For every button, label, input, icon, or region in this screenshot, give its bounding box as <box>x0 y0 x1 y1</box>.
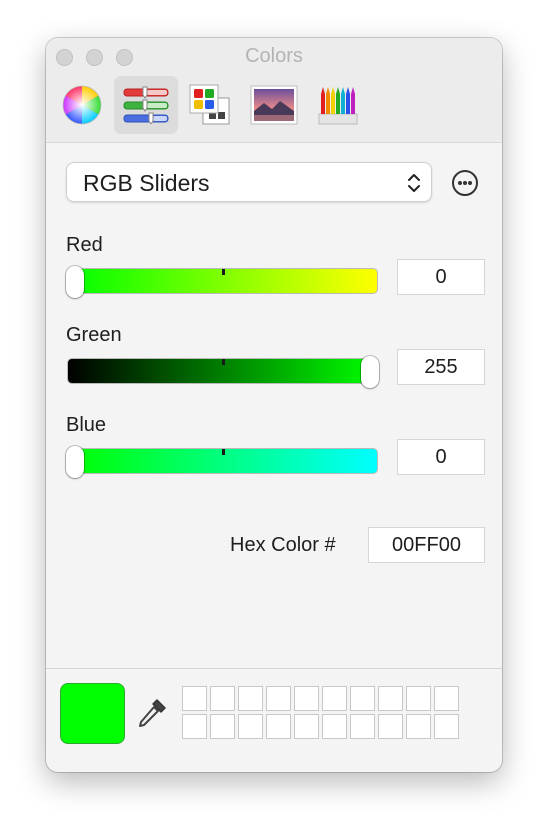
current-color-well[interactable] <box>60 683 125 744</box>
tab-color-palettes[interactable] <box>178 76 242 134</box>
swatch-cell[interactable] <box>406 686 431 711</box>
swatch-cell[interactable] <box>238 714 263 739</box>
swatch-cell[interactable] <box>182 686 207 711</box>
tab-pencils[interactable] <box>306 76 370 134</box>
green-slider[interactable] <box>67 356 379 388</box>
blue-value-field[interactable]: 0 <box>397 439 485 475</box>
swatch-cell[interactable] <box>406 714 431 739</box>
swatch-cell[interactable] <box>266 686 291 711</box>
sliders-icon <box>123 86 169 124</box>
image-icon <box>250 85 298 125</box>
swatch-cell[interactable] <box>434 714 459 739</box>
ellipsis-circle-icon[interactable] <box>452 170 478 196</box>
swatch-cell[interactable] <box>238 686 263 711</box>
swatch-cell[interactable] <box>434 686 459 711</box>
blue-slider-knob[interactable] <box>66 446 84 478</box>
tab-color-sliders[interactable] <box>114 76 178 134</box>
palettes-icon <box>189 84 230 125</box>
swatch-cell[interactable] <box>322 686 347 711</box>
swatch-cell[interactable] <box>350 714 375 739</box>
green-slider-knob[interactable] <box>361 356 379 388</box>
tab-image-palettes[interactable] <box>242 76 306 134</box>
titlebar: Colors <box>46 38 502 143</box>
swatch-cell[interactable] <box>294 686 319 711</box>
red-slider-midpoint-tick <box>222 269 225 275</box>
color-swatch-grid <box>182 686 462 742</box>
up-down-chevron-icon <box>408 174 420 192</box>
color-mode-popup[interactable]: RGB Sliders <box>66 162 432 202</box>
swatch-cell[interactable] <box>182 714 207 739</box>
blue-label: Blue <box>66 414 107 436</box>
swatch-cell[interactable] <box>210 686 235 711</box>
red-slider-knob[interactable] <box>66 266 84 298</box>
swatch-cell[interactable] <box>350 686 375 711</box>
green-value-field[interactable]: 255 <box>397 349 485 385</box>
swatch-cell[interactable] <box>294 714 319 739</box>
green-label: Green <box>66 324 122 346</box>
divider <box>46 668 502 669</box>
swatch-cell[interactable] <box>378 714 403 739</box>
hex-color-label: Hex Color # <box>230 534 336 556</box>
tab-color-wheel[interactable] <box>50 76 114 134</box>
blue-slider[interactable] <box>66 446 378 478</box>
green-slider-midpoint-tick <box>222 359 225 365</box>
color-mode-selected: RGB Sliders <box>83 170 210 196</box>
swatch-cell[interactable] <box>266 714 291 739</box>
hex-color-field[interactable]: 00FF00 <box>368 527 485 563</box>
red-slider[interactable] <box>66 266 378 298</box>
swatch-cell[interactable] <box>210 714 235 739</box>
red-value-field[interactable]: 0 <box>397 259 485 295</box>
colors-window: Colors RGB Sliders Red 0 Green 255 Blue … <box>46 38 502 772</box>
red-label: Red <box>66 234 103 256</box>
window-title: Colors <box>245 45 303 67</box>
pencils-icon <box>318 87 358 125</box>
blue-slider-midpoint-tick <box>222 449 225 455</box>
swatch-cell[interactable] <box>378 686 403 711</box>
color-wheel-icon <box>62 85 102 125</box>
eyedropper-icon[interactable] <box>135 696 169 730</box>
swatch-cell[interactable] <box>322 714 347 739</box>
